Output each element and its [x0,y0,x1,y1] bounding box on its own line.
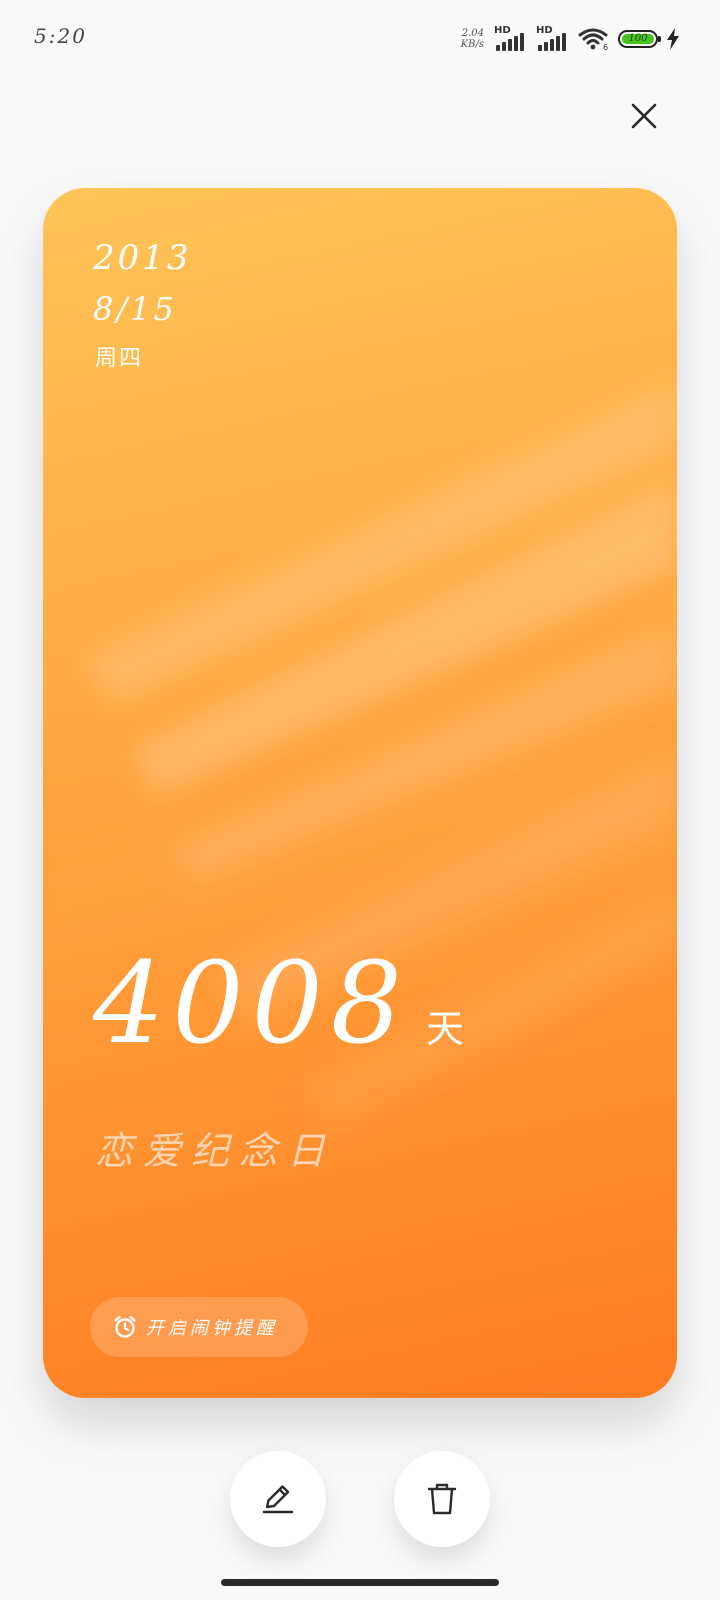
edit-button[interactable] [230,1451,326,1547]
days-counter: 4008 天 [93,948,464,1060]
alarm-label: 开启闹钟提醒 [146,1318,278,1339]
trash-icon [427,1483,457,1515]
status-indicators: 2.04 KB/s HD HD 6 100 [461,25,680,52]
status-time: 5:20 [34,24,87,48]
cellular-signal-icon: HD [536,25,570,51]
battery-level: 100 [622,34,654,44]
home-indicator[interactable] [221,1579,499,1586]
wifi-icon: 6 [578,27,610,52]
close-icon [631,103,657,129]
network-speed-unit: KB/s [460,39,484,50]
network-speed-value: 2.04 [461,28,484,39]
pencil-icon [262,1485,294,1514]
anniversary-weekday: 周四 [95,346,144,371]
enable-alarm-button[interactable]: 开启闹钟提醒 [90,1297,308,1357]
charging-bolt-icon [666,28,680,50]
days-count: 4008 [93,939,411,1069]
days-unit: 天 [426,1007,465,1051]
cellular-signal-icon: HD [494,25,528,51]
anniversary-year: 2013 [93,238,192,278]
close-button[interactable] [620,92,668,140]
wifi-badge: 6 [603,43,608,51]
anniversary-date: 8/15 [93,290,177,328]
battery-icon: 100 [618,30,661,48]
event-name: 恋爱纪念日 [95,1129,336,1173]
anniversary-card: 2013 8/15 周四 4008 天 恋爱纪念日 开启闹钟提醒 [43,188,677,1398]
delete-button[interactable] [394,1451,490,1547]
status-bar: 5:20 2.04 KB/s HD HD 6 100 [0,0,720,76]
network-speed: 2.04 KB/s [461,28,484,50]
alarm-clock-icon [112,1314,138,1340]
